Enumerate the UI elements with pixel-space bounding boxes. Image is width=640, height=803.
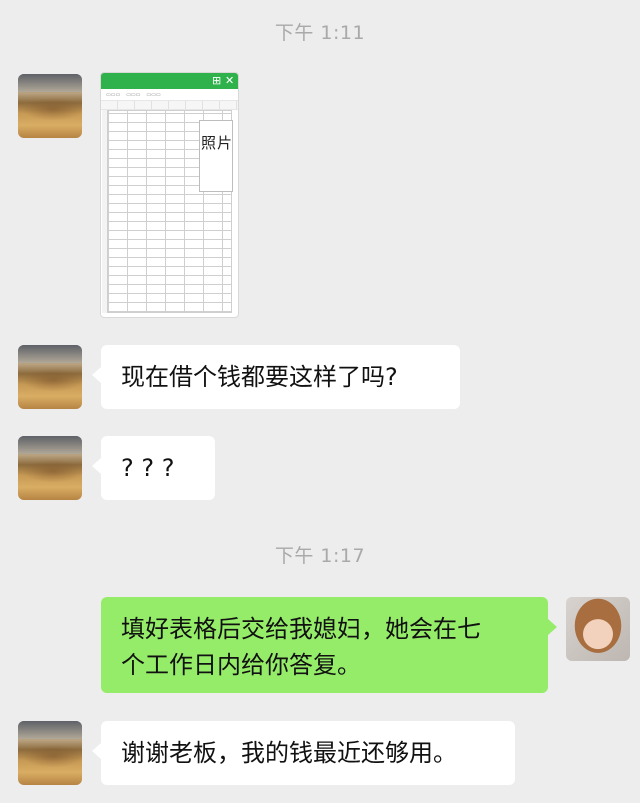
- sheet-tab: ▭▭▭: [106, 91, 121, 98]
- contact-avatar[interactable]: [18, 436, 82, 500]
- grid-icon: ⊞: [212, 74, 222, 87]
- sheet-tab: ▭▭▭: [126, 91, 141, 98]
- message-text-line: 个工作日内给你答复。: [121, 651, 361, 679]
- sheet-tabs: ▭▭▭ ▭▭▭ ▭▭▭: [101, 89, 238, 101]
- contact-avatar[interactable]: [18, 345, 82, 409]
- close-icon: ✕: [225, 74, 235, 87]
- contact-avatar[interactable]: [18, 721, 82, 785]
- my-avatar[interactable]: [566, 597, 630, 661]
- message-bubble[interactable]: ? ? ?: [92, 436, 215, 500]
- photo-label: 照片: [201, 134, 234, 152]
- message-timestamp: 下午 1:17: [274, 545, 366, 567]
- message-text: ? ? ?: [121, 454, 175, 482]
- message-bubble-outgoing[interactable]: 填好表格后交给我媳妇，她会在七 个工作日内给你答复。: [101, 597, 557, 693]
- sheet-column-headers: [101, 101, 238, 110]
- message-bubble[interactable]: 谢谢老板，我的钱最近还够用。: [92, 721, 515, 785]
- message-text-line: 填好表格后交给我媳妇，她会在七: [121, 615, 481, 643]
- message-timestamp: 下午 1:11: [274, 22, 366, 44]
- photo-box: [199, 120, 233, 192]
- message-text: 现在借个钱都要这样了吗?: [121, 363, 398, 391]
- contact-avatar[interactable]: [18, 74, 82, 138]
- sheet-header: ⊞ ✕: [101, 73, 238, 89]
- sheet-tab: ▭▭▭: [146, 91, 161, 98]
- message-text: 谢谢老板，我的钱最近还够用。: [121, 739, 457, 767]
- message-bubble[interactable]: 现在借个钱都要这样了吗?: [92, 345, 460, 409]
- spreadsheet-image-message[interactable]: ⊞ ✕ ▭▭▭ ▭▭▭ ▭▭▭ 照片: [100, 72, 239, 318]
